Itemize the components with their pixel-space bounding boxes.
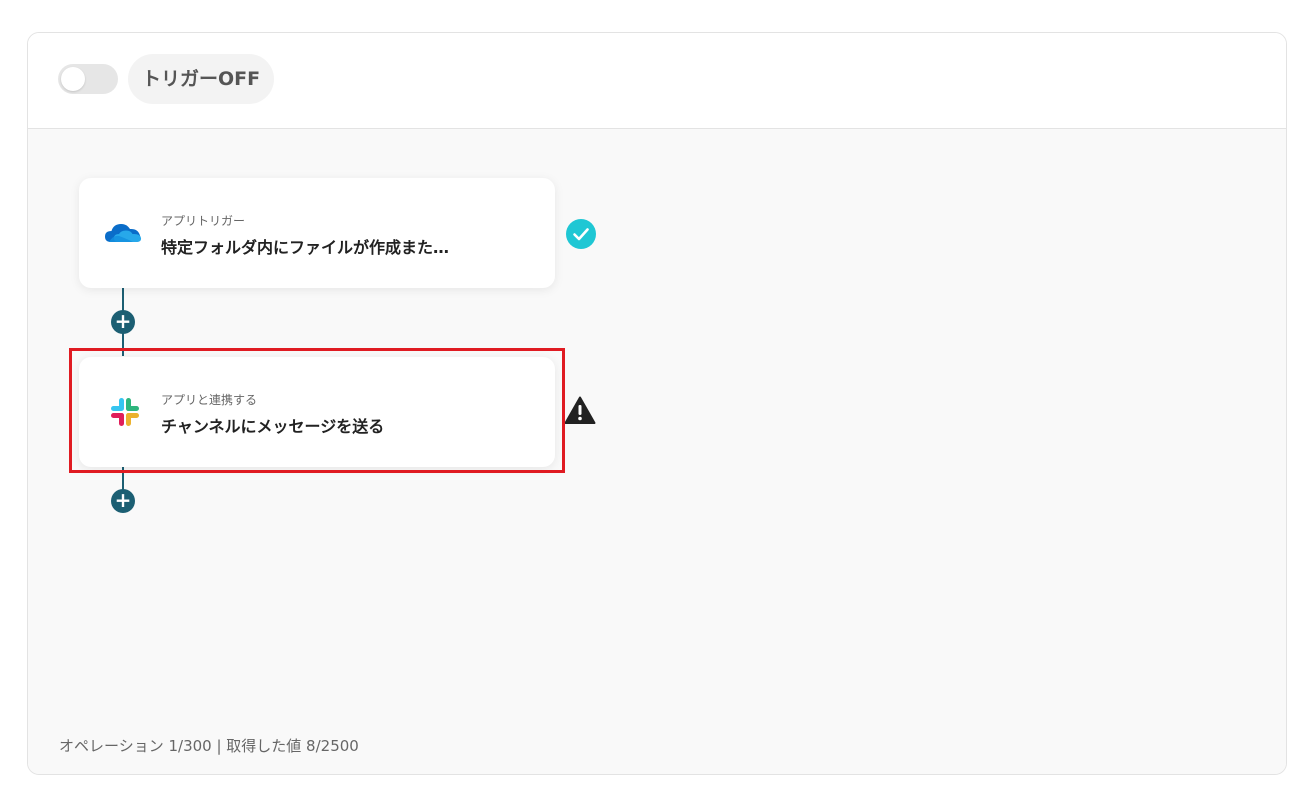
step-subtitle: アプリトリガー [161, 214, 246, 228]
onedrive-icon [105, 224, 142, 242]
step-title: 特定フォルダ内にファイルが作成また… [161, 238, 450, 257]
trigger-toggle[interactable] [58, 64, 118, 94]
slack-icon [111, 398, 139, 426]
step-subtitle: アプリと連携する [161, 393, 258, 407]
flow-canvas: + + アプリトリガー 特定フォルダ内にファイルが作成また… アプリと連携する … [28, 129, 1286, 774]
flow-step-card-trigger[interactable]: アプリトリガー 特定フォルダ内にファイルが作成また… [79, 178, 555, 288]
flow-step-card-action[interactable]: アプリと連携する チャンネルにメッセージを送る [79, 357, 555, 467]
flow-panel: トリガーOFF + + アプリトリガー 特定フォルダ内にファイルが作成また… ア… [27, 32, 1287, 775]
check-circle-icon [566, 219, 596, 249]
usage-counter: オペレーション 1/300 | 取得した値 8/2500 [59, 737, 359, 755]
trigger-status-label: トリガーOFF [128, 54, 275, 104]
add-step-button[interactable]: + [111, 489, 135, 513]
add-step-button[interactable]: + [111, 310, 135, 334]
warning-icon [564, 396, 596, 424]
panel-header: トリガーOFF [28, 33, 1286, 129]
step-title: チャンネルにメッセージを送る [161, 417, 385, 436]
toggle-knob [61, 67, 85, 91]
